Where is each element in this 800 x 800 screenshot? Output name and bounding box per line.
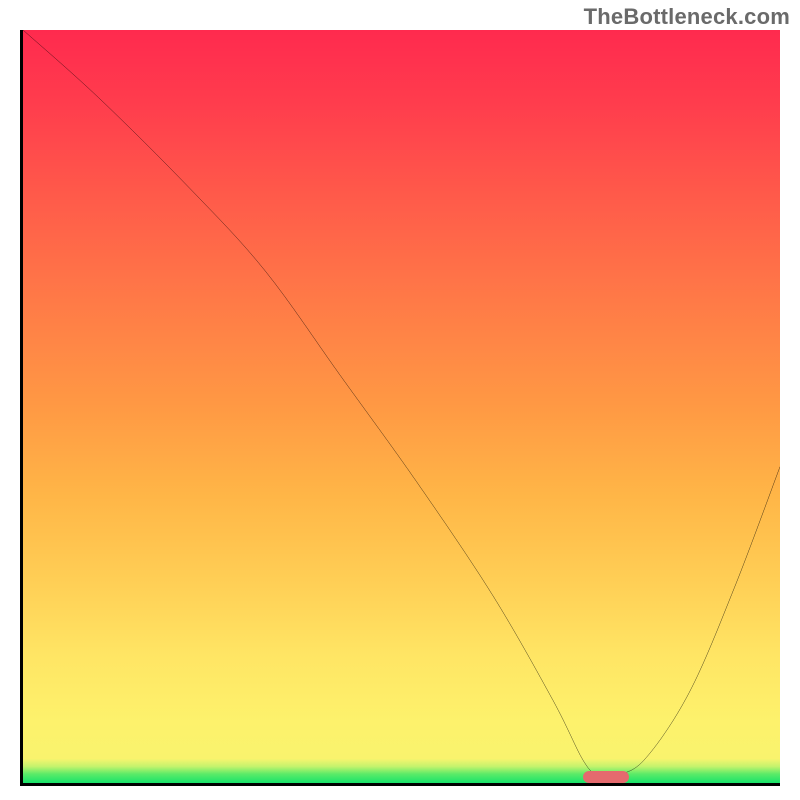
- watermark-text: TheBottleneck.com: [584, 4, 790, 30]
- plot-area: [20, 30, 780, 786]
- chart-frame: TheBottleneck.com: [0, 0, 800, 800]
- optimal-range-marker: [583, 771, 628, 783]
- bottleneck-curve: [23, 30, 780, 783]
